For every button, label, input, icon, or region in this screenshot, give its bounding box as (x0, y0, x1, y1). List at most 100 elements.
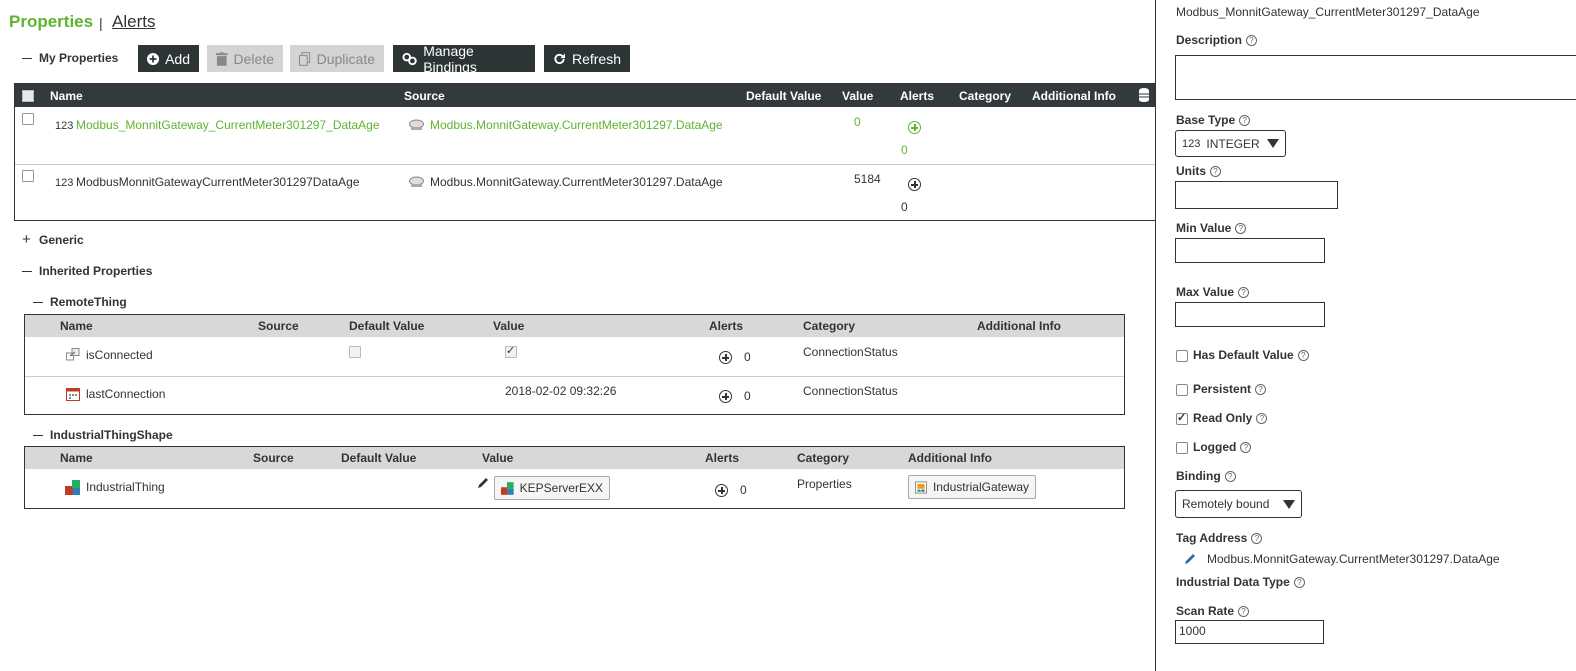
col-name[interactable]: Name (60, 319, 93, 333)
remote-thing-toggle[interactable]: RemoteThing (33, 295, 127, 309)
help-icon[interactable]: ? (1239, 115, 1251, 127)
property-category: ConnectionStatus (803, 345, 898, 359)
collapse-icon (22, 58, 32, 60)
property-name[interactable]: IndustrialThing (86, 480, 165, 494)
col-default-value[interactable]: Default Value (341, 451, 416, 465)
my-properties-label: My Properties (39, 51, 119, 65)
col-additional-info[interactable]: Additional Info (1032, 89, 1116, 103)
max-value-field[interactable] (1175, 302, 1325, 327)
remote-thing-grid: Name Source Default Value Value Alerts C… (24, 314, 1125, 415)
read-only-checkbox[interactable] (1176, 411, 1188, 425)
help-icon[interactable]: ? (1238, 606, 1250, 618)
min-value-label: Min Value? (1176, 221, 1247, 235)
default-value-checkbox (349, 346, 361, 358)
col-value[interactable]: Value (482, 451, 513, 465)
help-icon[interactable]: ? (1251, 533, 1263, 545)
my-properties-grid: Name Source Default Value Value Alerts C… (14, 83, 1156, 221)
col-name[interactable]: Name (60, 451, 93, 465)
col-source[interactable]: Source (404, 89, 445, 103)
persistent-checkbox[interactable] (1176, 384, 1188, 396)
description-field[interactable] (1175, 55, 1576, 100)
help-icon[interactable]: ? (1297, 350, 1309, 362)
col-category[interactable]: Category (797, 451, 849, 465)
col-name[interactable]: Name (50, 89, 83, 103)
binding-select[interactable]: Remotely bound (1175, 490, 1302, 518)
remote-source-icon (409, 119, 424, 130)
binding-label: Binding? (1176, 469, 1236, 483)
help-icon[interactable]: ? (1224, 471, 1236, 483)
help-icon[interactable]: ? (1255, 384, 1267, 396)
kepserver-chip[interactable]: KEPServerEXX (494, 476, 610, 500)
help-icon[interactable]: ? (1256, 413, 1268, 425)
alert-count: 0 (901, 143, 908, 157)
add-alert-icon[interactable] (719, 350, 732, 365)
help-icon[interactable]: ? (1246, 35, 1258, 47)
has-default-value-checkbox[interactable] (1176, 350, 1188, 362)
alerts-link[interactable]: Alerts (112, 12, 155, 32)
row-checkbox[interactable] (22, 170, 34, 182)
units-field[interactable] (1175, 181, 1338, 209)
property-name[interactable]: isConnected (86, 348, 153, 362)
property-name[interactable]: lastConnection (86, 387, 165, 401)
col-alerts[interactable]: Alerts (705, 451, 739, 465)
help-icon[interactable]: ? (1240, 442, 1252, 454)
manage-bindings-label: Manage Bindings (423, 42, 477, 75)
property-name[interactable]: ModbusMonnitGatewayCurrentMeter301297Dat… (76, 175, 360, 189)
add-alert-icon[interactable] (908, 177, 921, 192)
database-icon[interactable] (1139, 88, 1149, 102)
inherited-properties-toggle[interactable]: Inherited Properties (22, 264, 152, 278)
col-source[interactable]: Source (253, 451, 294, 465)
col-additional-info[interactable]: Additional Info (908, 451, 992, 465)
col-alerts[interactable]: Alerts (900, 89, 934, 103)
duplicate-button-label: Duplicate (316, 50, 375, 67)
help-icon[interactable]: ? (1235, 223, 1247, 235)
col-default-value[interactable]: Default Value (746, 89, 821, 103)
max-value-label: Max Value? (1176, 285, 1250, 299)
property-value: 0 (854, 115, 861, 129)
col-category[interactable]: Category (803, 319, 855, 333)
scan-rate-field[interactable]: 1000 (1175, 620, 1324, 644)
edit-pencil-icon[interactable] (1184, 553, 1196, 565)
base-type-select[interactable]: 123 INTEGER (1175, 130, 1286, 157)
calendar-icon (66, 388, 80, 401)
row-checkbox[interactable] (22, 113, 34, 125)
logged-checkbox[interactable] (1176, 442, 1188, 454)
col-default-value[interactable]: Default Value (349, 319, 424, 333)
chevron-down-icon (1283, 499, 1295, 509)
industrial-thing-shape-toggle[interactable]: IndustrialThingShape (33, 428, 173, 442)
chip-label: IndustrialGateway (932, 480, 1029, 494)
add-alert-icon[interactable] (908, 120, 921, 135)
add-alert-icon[interactable] (715, 483, 728, 498)
property-name[interactable]: Modbus_MonnitGateway_CurrentMeter301297_… (76, 118, 380, 132)
industrial-gateway-chip[interactable]: IndustrialGateway (908, 475, 1036, 499)
description-label: Description? (1176, 33, 1258, 47)
help-icon[interactable]: ? (1210, 166, 1221, 178)
help-icon[interactable]: ? (1293, 577, 1305, 589)
refresh-button[interactable]: Refresh (544, 45, 630, 72)
duplicate-button[interactable]: Duplicate (290, 45, 384, 72)
manage-bindings-button[interactable]: Manage Bindings (393, 42, 535, 75)
col-alerts[interactable]: Alerts (709, 319, 743, 333)
delete-button[interactable]: Delete (207, 45, 283, 72)
binding-value: Remotely bound (1182, 497, 1270, 511)
col-additional-info[interactable]: Additional Info (977, 319, 1061, 333)
value-checkbox (505, 344, 517, 358)
edit-pencil-icon[interactable] (477, 477, 489, 489)
col-value[interactable]: Value (842, 89, 873, 103)
min-value-field[interactable] (1175, 238, 1325, 263)
add-alert-icon[interactable] (719, 389, 732, 404)
col-value[interactable]: Value (493, 319, 524, 333)
select-all-checkbox[interactable] (22, 90, 34, 102)
inherited-properties-label: Inherited Properties (39, 264, 153, 278)
grid-header: Name Source Default Value Value Alerts C… (25, 447, 1124, 469)
my-properties-toggle[interactable]: My Properties (22, 51, 118, 65)
generic-toggle[interactable]: + Generic (22, 232, 84, 247)
col-source[interactable]: Source (258, 319, 299, 333)
persistent-label: Persistent? (1193, 382, 1267, 396)
generic-label: Generic (39, 233, 84, 247)
row-divider (25, 376, 1124, 377)
add-button[interactable]: Add (138, 45, 199, 72)
page-title: Properties (9, 12, 94, 31)
help-icon[interactable]: ? (1238, 287, 1250, 299)
col-category[interactable]: Category (959, 89, 1011, 103)
